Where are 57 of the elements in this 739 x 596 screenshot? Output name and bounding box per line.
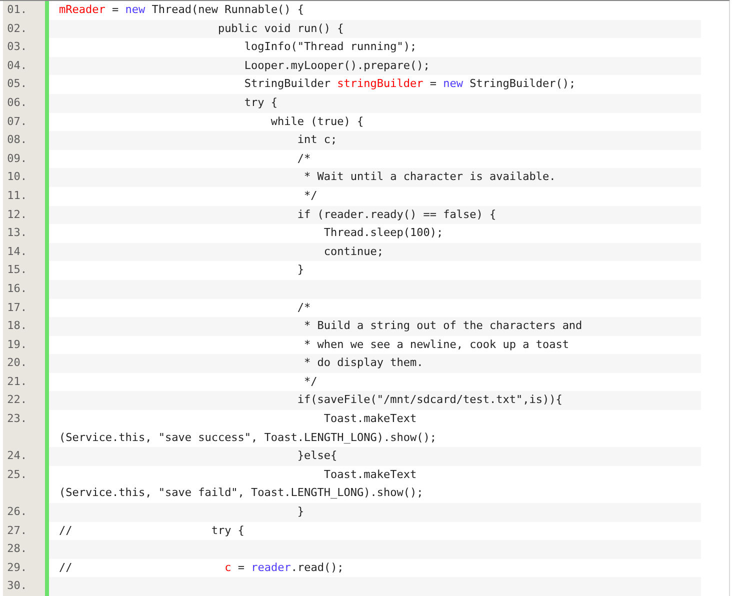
line-number: 29. xyxy=(7,560,27,574)
line-number: 14. xyxy=(7,244,27,258)
code-line: if (reader.ready() == false) { xyxy=(296,206,498,223)
code-line: StringBuilder stringBuilder = new StringBuilder(); xyxy=(243,76,577,92)
code-line: Toast.makeText xyxy=(322,411,418,428)
line-number: 08. xyxy=(7,133,27,146)
line-number: 22. xyxy=(7,393,27,406)
code-line: /* xyxy=(296,300,312,316)
line-number: 24. xyxy=(7,449,27,462)
code-line: if(saveFile("/mnt/sdcard/test.txt",is)){ xyxy=(296,392,564,408)
code-line: */ xyxy=(303,374,318,390)
code-line: * Build a string out of the characters and xyxy=(303,318,584,334)
line-number: 20. xyxy=(7,356,27,370)
line-number: 15. xyxy=(7,263,27,276)
code-line: // c = reader.read(); xyxy=(59,560,345,576)
line-number: 06. xyxy=(7,96,27,109)
code-line: } xyxy=(296,262,306,278)
line-number: 04. xyxy=(7,58,27,72)
code-line: Thread.sleep(100); xyxy=(322,225,444,242)
line-number: 30. xyxy=(7,579,27,592)
line-number: 05. xyxy=(7,77,27,90)
code-line: */ xyxy=(303,188,318,204)
line-number: 28. xyxy=(7,542,27,556)
line-number: 27. xyxy=(7,524,27,537)
line-number: 18. xyxy=(7,319,27,332)
line-number: 12. xyxy=(7,208,27,221)
code-line: while (true) { xyxy=(270,114,365,130)
line-number: 01. xyxy=(7,3,27,16)
line-number: 03. xyxy=(7,40,27,54)
code-line: continue; xyxy=(322,244,385,260)
code-line: } xyxy=(296,504,306,520)
line-number: 11. xyxy=(7,188,27,202)
line-number: 16. xyxy=(7,282,27,295)
code-line: int c; xyxy=(296,132,338,148)
line-number: 02. xyxy=(7,22,27,35)
code-line: logInfo("Thread running"); xyxy=(243,39,418,56)
code-line: Toast.makeText xyxy=(322,466,418,483)
code-line: }else{ xyxy=(296,448,338,464)
line-number: 21. xyxy=(7,374,27,388)
code-line: Looper.myLooper().prepare(); xyxy=(243,58,431,74)
code-line: * Wait until a character is available. xyxy=(303,169,557,186)
code-line: try { xyxy=(243,94,279,111)
code-line: public void run() { xyxy=(216,20,345,37)
line-number: 19. xyxy=(7,338,27,351)
code-line: * do display them. xyxy=(303,355,424,372)
line-number: 09. xyxy=(7,152,27,165)
line-number: 25. xyxy=(7,468,27,481)
code-line: /* xyxy=(296,150,312,167)
code-line: // try { xyxy=(59,522,246,539)
line-number: 26. xyxy=(7,505,27,518)
line-number: 23. xyxy=(7,412,27,426)
line-number: 07. xyxy=(7,114,27,128)
line-number: 13. xyxy=(7,226,27,240)
line-number: 17. xyxy=(7,300,27,314)
code-line: mReader = new Thread(new Runnable() { xyxy=(59,2,306,18)
code-line: * when we see a newline, cook up a toast xyxy=(303,336,570,353)
line-number: 10. xyxy=(7,170,27,184)
